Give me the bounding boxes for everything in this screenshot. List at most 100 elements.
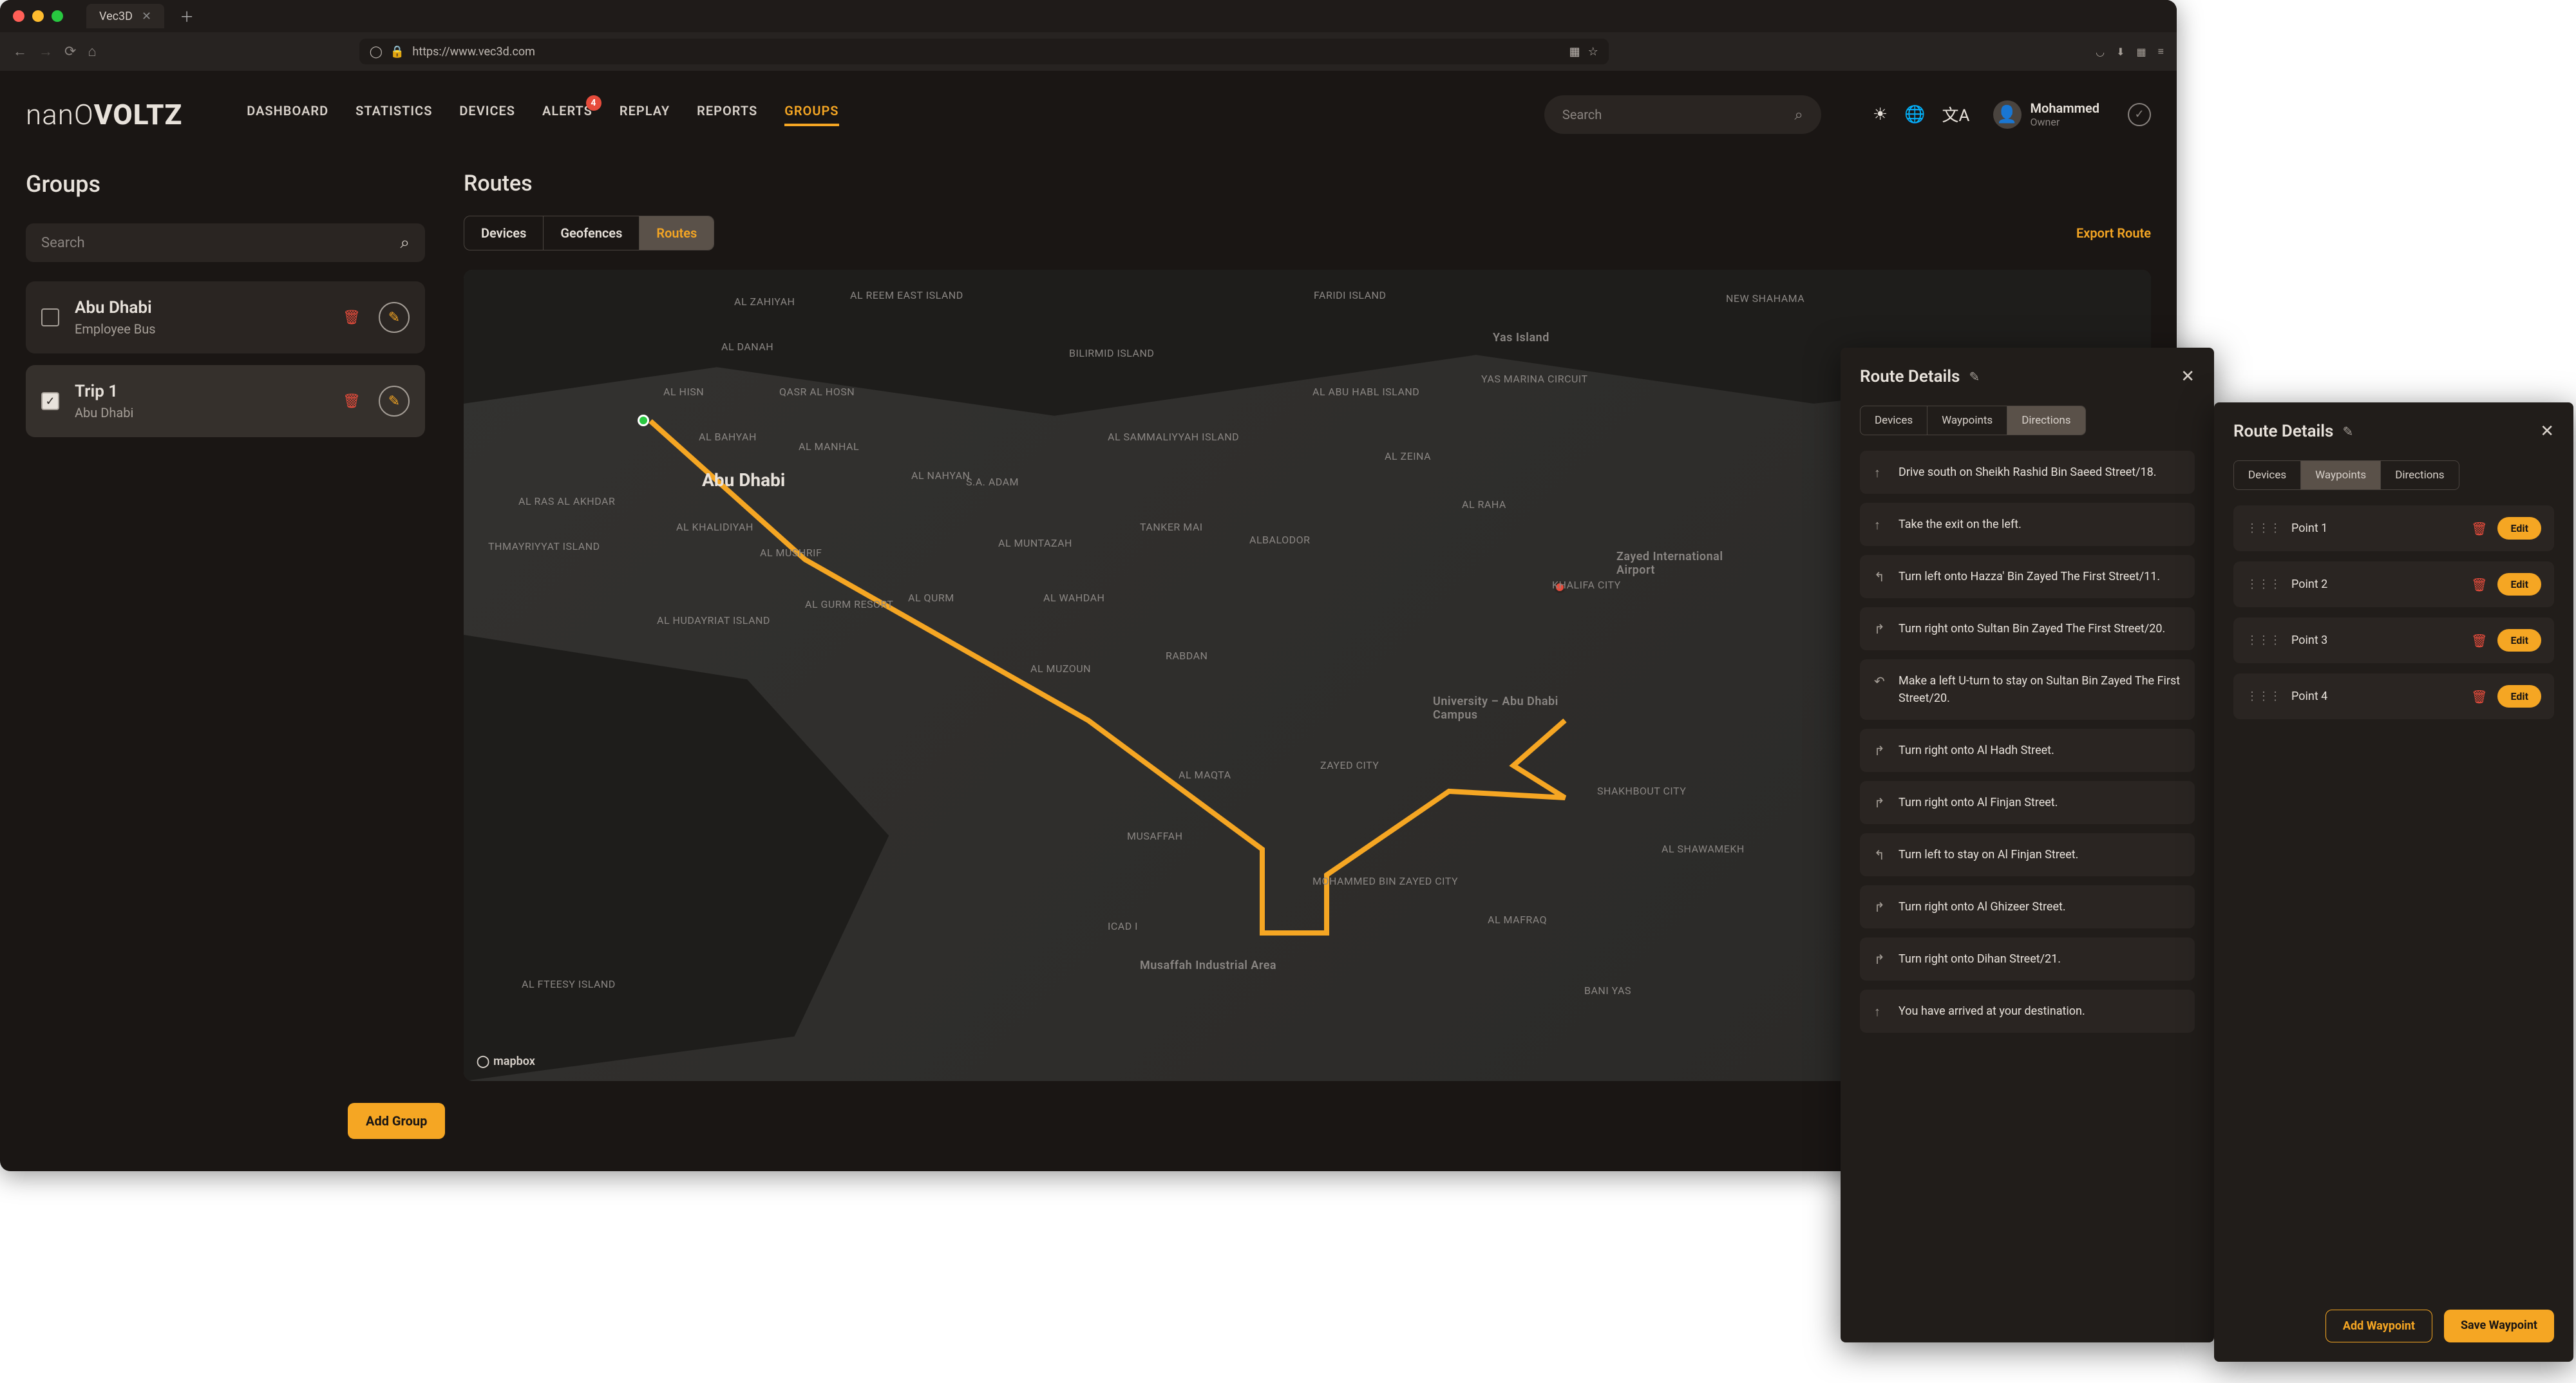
edit-waypoint-button[interactable]: Edit: [2497, 517, 2541, 540]
sidebar: Groups Search ⌕ Abu Dhabi Employee Bus 🗑…: [13, 158, 451, 1171]
nav-reports[interactable]: REPORTS: [697, 103, 757, 126]
globe-icon[interactable]: 🌐: [1904, 105, 1925, 124]
waypoint-name: Point 4: [2291, 690, 2461, 703]
nav-alerts[interactable]: ALERTS4: [542, 103, 592, 126]
ptab-devices[interactable]: Devices: [2234, 461, 2301, 489]
waypoint-item[interactable]: ⋮⋮⋮Point 2🗑Edit: [2233, 561, 2554, 607]
nav-replay[interactable]: REPLAY: [620, 103, 670, 126]
url-text: https://www.vec3d.com: [412, 45, 535, 59]
direction-text: Turn right onto Al Hadh Street.: [1899, 742, 2054, 759]
translate-icon[interactable]: 文A: [1942, 102, 1970, 126]
edit-waypoint-button[interactable]: Edit: [2497, 573, 2541, 596]
avatar: 👤: [1993, 100, 2022, 129]
tab-title: Vec3D: [99, 10, 133, 23]
delete-icon[interactable]: 🗑: [2471, 633, 2487, 648]
add-group-button[interactable]: Add Group: [348, 1103, 445, 1139]
ptab-waypoints[interactable]: Waypoints: [2301, 461, 2381, 489]
group-title: Abu Dhabi: [75, 298, 321, 317]
window-controls: [13, 10, 63, 22]
direction-text: Make a left U-turn to stay on Sultan Bin…: [1899, 672, 2181, 707]
new-tab-button[interactable]: ＋: [180, 6, 194, 26]
panel-tabs: Devices Waypoints Directions: [1860, 406, 2086, 435]
header-search[interactable]: Search ⌕: [1544, 95, 1821, 134]
direction-step: ↑You have arrived at your destination.: [1860, 990, 2195, 1033]
directions-list: ↑Drive south on Sheikh Rashid Bin Saeed …: [1860, 451, 2195, 1033]
tab-devices[interactable]: Devices: [464, 216, 544, 250]
delete-button[interactable]: 🗑: [336, 386, 367, 417]
edit-button[interactable]: ✎: [379, 302, 410, 333]
ptab-directions[interactable]: Directions: [2381, 461, 2458, 489]
nav-groups[interactable]: GROUPS: [784, 103, 838, 126]
search-placeholder: Search: [1562, 107, 1602, 122]
direction-step: ↱Turn right onto Al Ghizeer Street.: [1860, 885, 2195, 928]
route-details-directions-panel: Route Details ✎ ✕ Devices Waypoints Dire…: [1841, 348, 2214, 1342]
back-button[interactable]: ←: [13, 43, 27, 60]
home-button[interactable]: ⌂: [88, 43, 96, 60]
qr-icon[interactable]: ▦: [1569, 45, 1580, 59]
close-icon[interactable]: ✕: [2540, 422, 2554, 441]
direction-text: You have arrived at your destination.: [1899, 1002, 2085, 1020]
pocket-icon[interactable]: ◡: [2096, 46, 2105, 58]
drag-handle-icon[interactable]: ⋮⋮⋮: [2246, 578, 2281, 591]
edit-waypoint-button[interactable]: Edit: [2497, 685, 2541, 708]
checkbox[interactable]: ✓: [41, 392, 59, 410]
theme-icon[interactable]: ☀: [1873, 105, 1888, 124]
check-circle-icon[interactable]: ✓: [2128, 103, 2151, 126]
download-icon[interactable]: ⬇: [2116, 46, 2125, 58]
direction-icon: ↰: [1874, 569, 1887, 585]
waypoint-item[interactable]: ⋮⋮⋮ Point 4 🗑 Edit: [2233, 673, 2554, 719]
save-waypoint-button[interactable]: Save Waypoint: [2444, 1310, 2554, 1342]
ptab-waypoints[interactable]: Waypoints: [1927, 406, 2007, 435]
delete-icon[interactable]: 🗑: [2471, 689, 2487, 704]
waypoint-item[interactable]: ⋮⋮⋮ Point 1 🗑 Edit: [2233, 505, 2554, 551]
delete-icon[interactable]: 🗑: [2471, 577, 2487, 592]
extensions-icon[interactable]: ▦: [2137, 46, 2146, 58]
forward-button[interactable]: →: [39, 43, 53, 60]
edit-waypoint-button[interactable]: Edit: [2497, 629, 2541, 652]
direction-icon: ↶: [1874, 673, 1887, 689]
edit-icon[interactable]: ✎: [1969, 369, 1980, 384]
group-item-abu-dhabi[interactable]: Abu Dhabi Employee Bus 🗑 ✎: [26, 281, 425, 353]
reload-button[interactable]: ⟳: [64, 44, 76, 60]
bookmark-star-icon[interactable]: ☆: [1588, 45, 1598, 59]
export-route-link[interactable]: Export Route: [2076, 225, 2151, 241]
maximize-window-button[interactable]: [52, 10, 63, 22]
ptab-directions[interactable]: Directions: [2007, 406, 2085, 435]
edit-button[interactable]: ✎: [379, 386, 410, 417]
ptab-devices[interactable]: Devices: [1861, 406, 1927, 435]
edit-icon[interactable]: ✎: [2342, 424, 2353, 439]
direction-text: Take the exit on the left.: [1899, 516, 2022, 533]
direction-step: ↱ Turn right onto Al Hadh Street.: [1860, 729, 2195, 772]
checkbox[interactable]: [41, 308, 59, 326]
waypoint-name: Point 1: [2291, 522, 2461, 535]
user-block[interactable]: 👤 Mohammed Owner: [1993, 100, 2100, 129]
group-item-trip1[interactable]: ✓ Trip 1 Abu Dhabi 🗑 ✎: [26, 365, 425, 437]
waypoint-item[interactable]: ⋮⋮⋮Point 3🗑Edit: [2233, 617, 2554, 663]
close-window-button[interactable]: [13, 10, 24, 22]
drag-handle-icon[interactable]: ⋮⋮⋮: [2246, 634, 2281, 647]
tab-geofences[interactable]: Geofences: [544, 216, 639, 250]
menu-icon[interactable]: ≡: [2158, 45, 2164, 58]
panel-title: Route Details: [1860, 367, 1960, 386]
drag-handle-icon[interactable]: ⋮⋮⋮: [2246, 522, 2281, 535]
close-icon[interactable]: ✕: [2181, 367, 2195, 386]
tab-routes[interactable]: Routes: [639, 216, 714, 250]
direction-icon: ↱: [1874, 743, 1887, 758]
close-tab-icon[interactable]: ✕: [142, 10, 151, 23]
app-header: nanOVOLTZ DASHBOARD STATISTICS DEVICES A…: [0, 71, 2177, 158]
delete-icon[interactable]: 🗑: [2471, 521, 2487, 536]
nav-dashboard[interactable]: DASHBOARD: [247, 103, 328, 126]
delete-button[interactable]: 🗑: [336, 302, 367, 333]
address-field[interactable]: ◯ 🔒 https://www.vec3d.com ▦ ☆: [359, 39, 1609, 64]
nav-devices[interactable]: DEVICES: [459, 103, 515, 126]
browser-tab[interactable]: Vec3D ✕: [86, 4, 164, 28]
direction-text: Turn left onto Hazza' Bin Zayed The Firs…: [1899, 568, 2160, 585]
sidebar-search[interactable]: Search ⌕: [26, 223, 425, 262]
titlebar: Vec3D ✕ ＋: [0, 0, 2177, 32]
minimize-window-button[interactable]: [32, 10, 44, 22]
direction-step: ↱Turn right onto Sultan Bin Zayed The Fi…: [1860, 607, 2195, 650]
drag-handle-icon[interactable]: ⋮⋮⋮: [2246, 690, 2281, 703]
panel-footer: Add Waypoint Save Waypoint: [2325, 1310, 2554, 1342]
nav-statistics[interactable]: STATISTICS: [355, 103, 432, 126]
add-waypoint-button[interactable]: Add Waypoint: [2325, 1310, 2432, 1342]
